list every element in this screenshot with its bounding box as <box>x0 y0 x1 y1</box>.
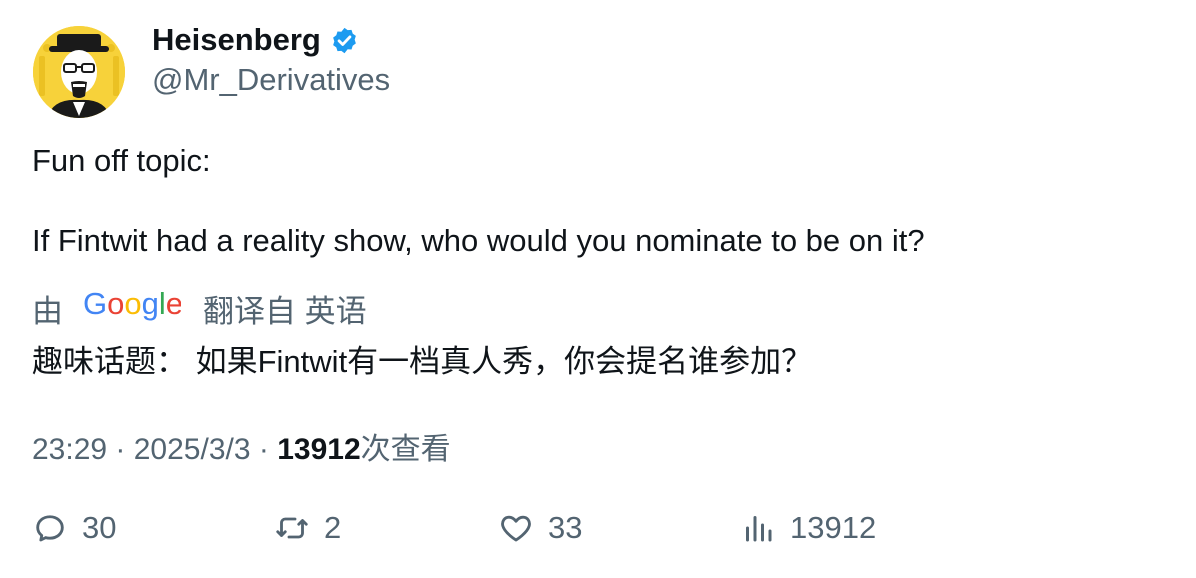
retweet-count: 2 <box>324 510 342 545</box>
author-handle[interactable]: @Mr_Derivatives <box>152 62 390 98</box>
google-logo-icon: Google <box>83 286 183 331</box>
display-name[interactable]: Heisenberg <box>152 22 321 58</box>
like-count: 33 <box>548 510 583 545</box>
tweet-meta: 23:29 · 2025/3/3 · 13912 次查看 <box>32 424 451 468</box>
translation-prefix: 由 <box>32 294 63 329</box>
verified-badge-icon <box>330 26 359 55</box>
like-button[interactable]: 33 <box>498 510 582 546</box>
tweet-text-line-1: Fun off topic: <box>32 143 211 178</box>
avatar[interactable] <box>33 26 125 118</box>
reply-count: 30 <box>82 510 117 545</box>
heart-icon <box>501 515 531 542</box>
retweet-icon <box>276 517 308 539</box>
views-button[interactable]: 13912 <box>740 510 876 546</box>
views-count: 13912 <box>790 510 877 545</box>
meta-separator: · <box>250 433 278 466</box>
tweet-text-line-2: If Fintwit had a reality show, who would… <box>32 223 925 258</box>
retweet-button[interactable]: 2 <box>274 510 341 546</box>
view-count: 13912 <box>277 433 361 466</box>
meta-separator: · <box>107 433 134 466</box>
reply-icon <box>36 515 64 542</box>
translated-text: 趣味话题： 如果Fintwit有一档真人秀，你会提名谁参加？ <box>32 344 813 379</box>
translation-attribution[interactable]: 由 Google 翻译自 英语 <box>32 286 367 331</box>
author-name-row[interactable]: Heisenberg <box>152 22 359 58</box>
tweet-date[interactable]: 2025/3/3 <box>134 433 251 467</box>
tweet-time[interactable]: 23:29 <box>32 433 107 467</box>
svg-text:Google: Google <box>83 287 181 321</box>
analytics-icon <box>746 516 772 542</box>
translation-suffix: 翻译自 英语 <box>203 294 367 329</box>
heisenberg-avatar-icon <box>33 26 125 118</box>
view-count-label: 次查看 <box>360 433 451 466</box>
reply-button[interactable]: 30 <box>32 510 116 546</box>
